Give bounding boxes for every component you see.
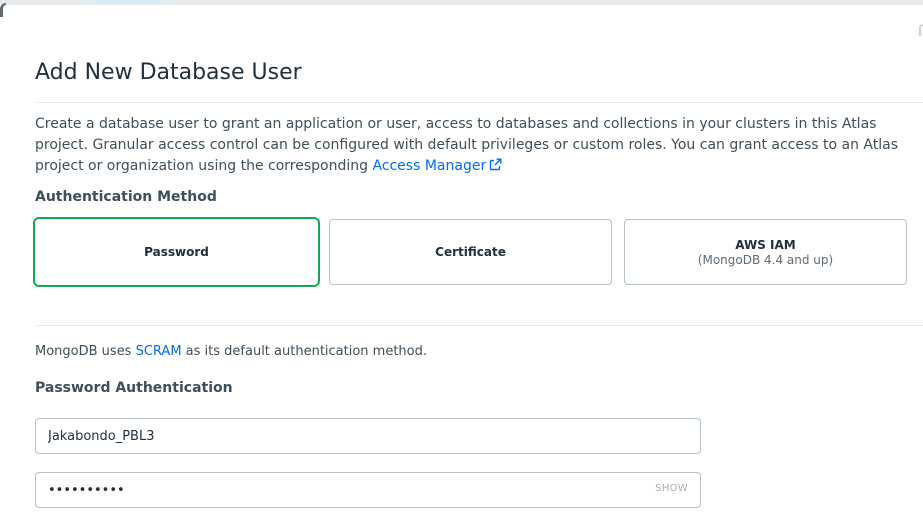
top-strip [0, 0, 923, 5]
scram-note: MongoDB uses SCRAM as its default authen… [35, 344, 427, 359]
username-input[interactable] [36, 419, 608, 453]
auth-option-password[interactable]: Password [33, 217, 320, 287]
password-field-wrapper: SHOW [35, 472, 701, 508]
scram-note-suffix: as its default authentication method. [181, 344, 428, 359]
auth-option-password-label: Password [144, 245, 209, 259]
access-manager-link[interactable]: Access Manager [372, 158, 502, 174]
auth-option-certificate-label: Certificate [435, 245, 506, 259]
modal-corner-left [0, 3, 6, 17]
title-divider [35, 102, 923, 103]
password-input[interactable] [36, 473, 608, 507]
section-divider [35, 325, 923, 326]
auth-option-aws-iam[interactable]: AWS IAM (MongoDB 4.4 and up) [624, 219, 907, 285]
username-field-wrapper [35, 418, 701, 454]
modal-corner-right [919, 24, 923, 36]
authentication-method-label: Authentication Method [35, 189, 217, 205]
auth-option-aws-iam-label: AWS IAM [735, 237, 796, 252]
show-password-button[interactable]: SHOW [655, 483, 688, 494]
modal-description: Create a database user to grant an appli… [35, 114, 923, 178]
auth-option-certificate[interactable]: Certificate [329, 219, 612, 285]
external-link-icon [489, 157, 502, 178]
password-authentication-label: Password Authentication [35, 380, 233, 396]
add-database-user-modal: Add New Database User Create a database … [0, 0, 923, 512]
scram-link[interactable]: SCRAM [136, 344, 182, 359]
access-manager-link-label: Access Manager [372, 158, 487, 174]
modal-title: Add New Database User [35, 60, 302, 85]
auth-option-aws-iam-sublabel: (MongoDB 4.4 and up) [697, 252, 834, 267]
tab-indicator [90, 0, 166, 3]
scram-note-prefix: MongoDB uses [35, 344, 136, 359]
